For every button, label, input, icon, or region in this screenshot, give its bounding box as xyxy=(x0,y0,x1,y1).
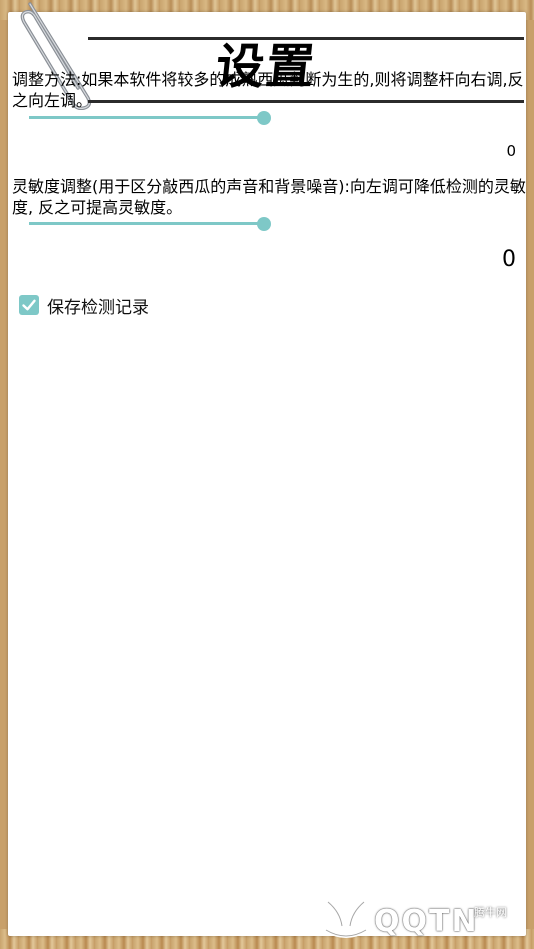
adjust-slider-track[interactable] xyxy=(29,116,267,119)
adjust-slider-thumb[interactable] xyxy=(257,111,271,125)
adjust-description: 调整方法:如果本软件将较多的成熟西瓜判断为生的,则将调整杆向右调,反之向左调。 xyxy=(12,70,524,110)
save-record-label: 保存检测记录 xyxy=(47,297,149,318)
checkmark-icon xyxy=(22,299,36,311)
save-record-row[interactable]: 保存检测记录 xyxy=(19,292,149,318)
sensitivity-slider-thumb[interactable] xyxy=(257,217,271,231)
sensitivity-slider-track[interactable] xyxy=(29,222,267,225)
qqtn-logo-icon xyxy=(324,900,368,938)
adjust-value: 0 xyxy=(506,142,516,160)
save-record-checkbox[interactable] xyxy=(19,295,39,315)
watermark-brand: QQTN xyxy=(374,904,479,939)
sensitivity-value: 0 xyxy=(502,247,516,272)
sensitivity-slider[interactable] xyxy=(29,217,274,231)
adjust-slider[interactable] xyxy=(29,111,274,125)
sensitivity-description: 灵敏度调整(用于区分敲西瓜的声音和背景噪音):向左调可降低检测的灵敏度, 反之可… xyxy=(12,177,526,217)
watermark: QQTN 腾牛网 xyxy=(318,884,528,944)
settings-paper xyxy=(8,12,526,936)
watermark-small-text: 腾牛网 xyxy=(474,906,507,919)
